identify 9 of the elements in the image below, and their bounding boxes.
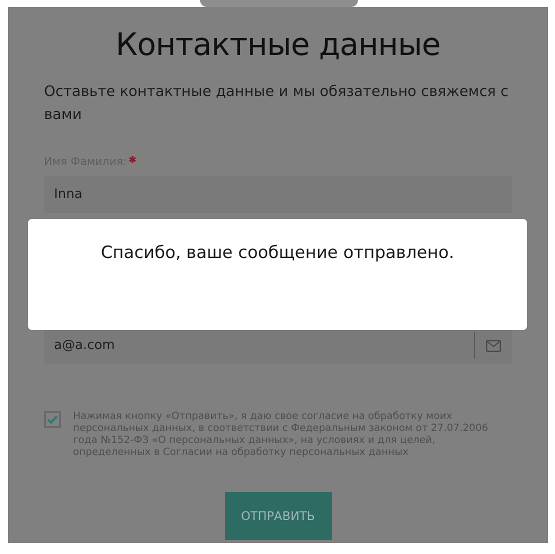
envelope-icon [486,340,501,352]
email-field[interactable]: a@a.com [44,327,512,364]
check-icon [47,415,58,424]
submit-button[interactable]: ОТПРАВИТЬ [224,492,332,540]
subtitle: Оставьте контактные данные и мы обязательно свяжемся с вами [44,83,510,125]
page-title: Контактные данные [114,26,442,65]
consent-checkbox[interactable] [44,411,61,428]
success-message: Спасибо, ваше сообщение отправлено. [100,242,454,265]
name-field[interactable]: Inna [44,176,512,213]
